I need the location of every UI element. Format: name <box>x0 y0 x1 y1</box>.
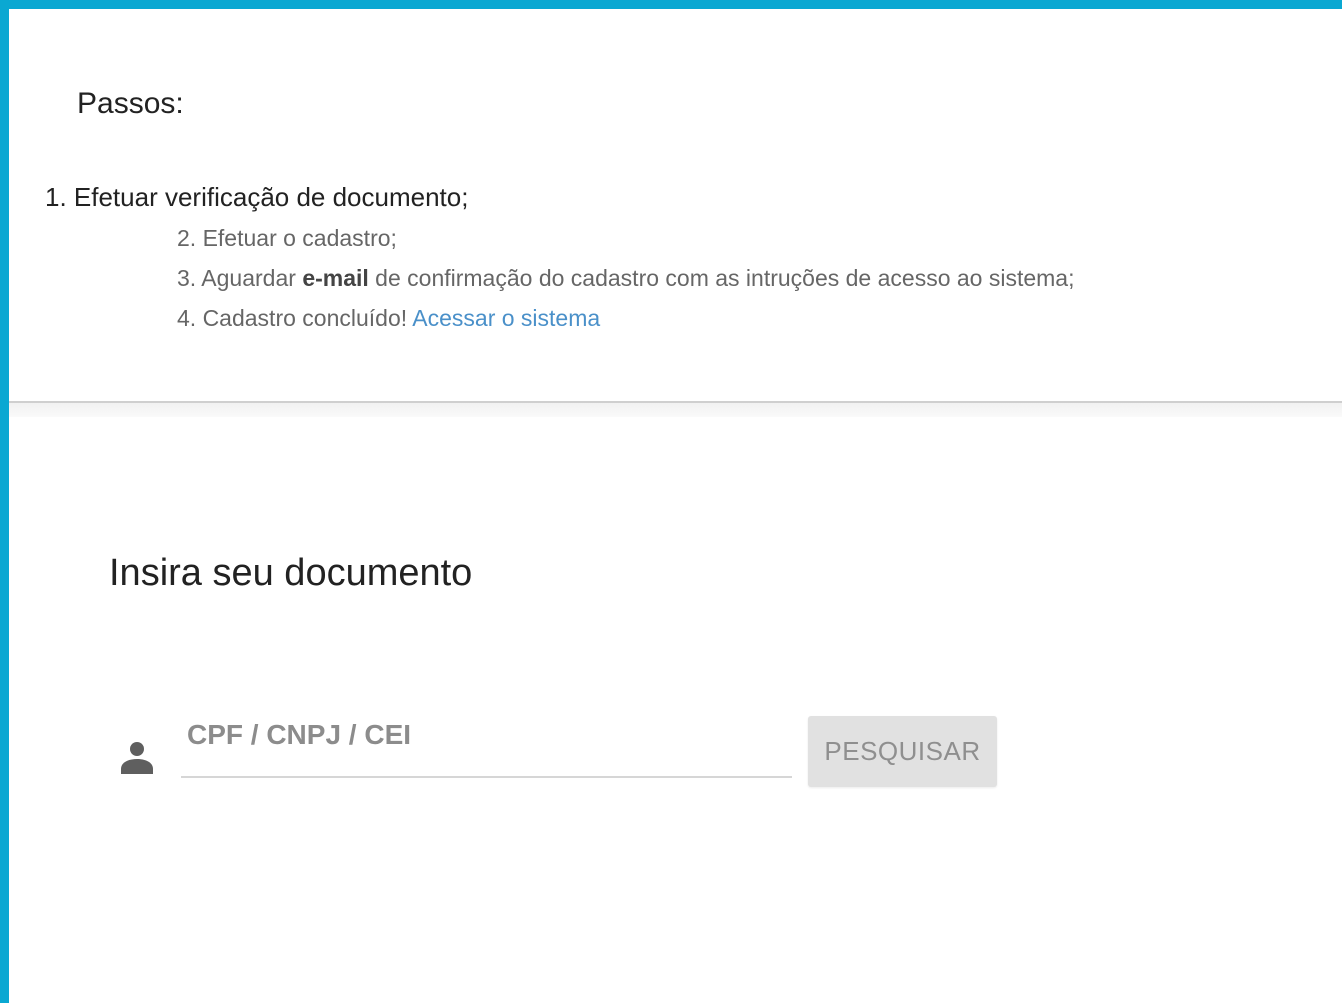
document-input[interactable] <box>181 712 792 778</box>
search-button[interactable]: PESQUISAR <box>808 716 997 787</box>
form-title: Insira seu documento <box>109 552 473 594</box>
steps-panel: Passos: 1. Efetuar verificação de docume… <box>9 9 1342 401</box>
step-4-prefix: 4. Cadastro concluído! <box>177 305 413 331</box>
step-3: 3. Aguardar e-mail de confirmação do cad… <box>177 265 1075 292</box>
step-3-email-emphasis: e-mail <box>302 265 369 291</box>
person-icon <box>119 740 155 776</box>
steps-title: Passos: <box>77 87 184 120</box>
step-1: 1. Efetuar verificação de documento; <box>45 182 469 212</box>
step-3-prefix: 3. Aguardar <box>177 265 303 291</box>
section-divider-shadow <box>9 403 1342 417</box>
step-2: 2. Efetuar o cadastro; <box>177 225 397 251</box>
step-4: 4. Cadastro concluído! Acessar o sistema <box>177 305 600 332</box>
access-system-link[interactable]: Acessar o sistema <box>412 305 600 331</box>
person-icon-graphic <box>121 742 153 774</box>
step-3-suffix: de confirmação do cadastro com as intruç… <box>368 265 1075 291</box>
